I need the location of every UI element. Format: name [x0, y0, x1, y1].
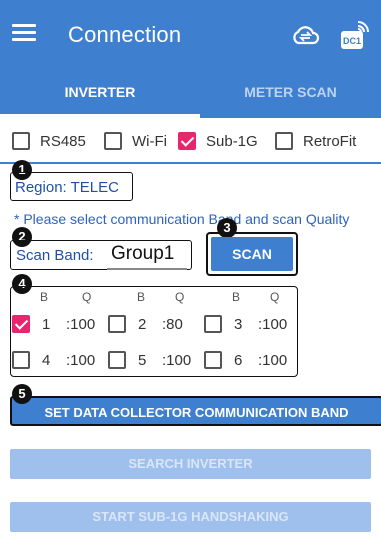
band-option-2[interactable]: 2 :80	[108, 313, 183, 335]
menu-icon[interactable]	[12, 24, 36, 42]
band-number: 3	[234, 315, 243, 333]
mode-sub1g[interactable]: Sub-1G	[178, 129, 258, 153]
column-header-band: B	[232, 290, 241, 304]
tab-meter-scan[interactable]: METER SCAN	[200, 70, 381, 118]
search-inverter-button[interactable]: SEARCH INVERTER	[10, 449, 371, 479]
region-value: TELEC	[70, 179, 119, 196]
band-number: 1	[42, 315, 51, 333]
app-bar: Connection DC1	[0, 0, 381, 70]
band-checkbox[interactable]	[12, 315, 30, 333]
band-quality: :100	[162, 351, 192, 369]
mode-rs485[interactable]: RS485	[12, 129, 86, 153]
mode-label: RS485	[40, 132, 86, 150]
wifi-checkbox[interactable]	[104, 132, 122, 150]
tab-bar: INVERTER METER SCAN	[0, 70, 381, 118]
band-quality: :100	[258, 315, 288, 333]
data-collector-wifi-icon[interactable]: DC1	[338, 18, 372, 52]
page-title: Connection	[68, 22, 182, 47]
region-label: Region:	[15, 179, 67, 196]
scan-band-underline	[107, 268, 187, 270]
scan-band-select[interactable]: Group1	[111, 243, 174, 265]
scan-band-field: Scan Band: Group1	[10, 240, 192, 270]
band-quality: :80	[162, 315, 183, 333]
rs485-checkbox[interactable]	[12, 132, 30, 150]
column-header-band: B	[137, 290, 146, 304]
band-quality: :100	[66, 351, 96, 369]
step-badge-5: 5	[12, 384, 32, 404]
tab-inverter[interactable]: INVERTER	[0, 70, 200, 118]
retrofit-checkbox[interactable]	[275, 132, 293, 150]
band-number: 2	[138, 315, 147, 333]
band-number: 6	[234, 351, 243, 369]
band-checkbox[interactable]	[108, 315, 126, 333]
band-option-6[interactable]: 6 :100	[204, 349, 287, 371]
band-checkbox[interactable]	[204, 351, 222, 369]
mode-retrofit[interactable]: RetroFit	[275, 129, 356, 153]
band-option-1[interactable]: 1 :100	[12, 313, 95, 335]
band-quality: :100	[66, 315, 96, 333]
band-option-5[interactable]: 5 :100	[108, 349, 191, 371]
mode-wifi[interactable]: Wi-Fi	[104, 129, 167, 153]
communication-mode-row: RS485 Wi-Fi Sub-1G RetroFit	[0, 118, 381, 164]
scan-button[interactable]: SCAN	[211, 237, 293, 271]
sub1g-checkbox[interactable]	[178, 132, 196, 150]
band-checkbox[interactable]	[108, 351, 126, 369]
instruction-hint: * Please select communication Band and s…	[14, 211, 350, 227]
step-badge-3: 3	[217, 218, 237, 238]
device-label: DC1	[343, 36, 361, 46]
cloud-sync-icon[interactable]	[290, 23, 320, 47]
mode-label: Wi-Fi	[132, 132, 167, 150]
band-number: 4	[42, 351, 51, 369]
band-option-3[interactable]: 3 :100	[204, 313, 287, 335]
region-field[interactable]: Region: TELEC	[10, 172, 133, 201]
column-header-quality: Q	[175, 290, 185, 304]
column-header-band: B	[40, 290, 49, 304]
band-quality: :100	[258, 351, 288, 369]
set-data-collector-band-button[interactable]: SET DATA COLLECTOR COMMUNICATION BAND	[10, 396, 381, 426]
band-checkbox[interactable]	[12, 351, 30, 369]
start-handshaking-button[interactable]: START SUB-1G HANDSHAKING	[10, 502, 371, 532]
band-option-4[interactable]: 4 :100	[12, 349, 95, 371]
band-checkbox[interactable]	[204, 315, 222, 333]
mode-label: Sub-1G	[206, 132, 258, 150]
column-header-quality: Q	[82, 290, 92, 304]
band-number: 5	[138, 351, 147, 369]
scan-band-label: Scan Band:	[16, 247, 94, 264]
column-header-quality: Q	[270, 290, 280, 304]
mode-label: RetroFit	[303, 132, 357, 150]
